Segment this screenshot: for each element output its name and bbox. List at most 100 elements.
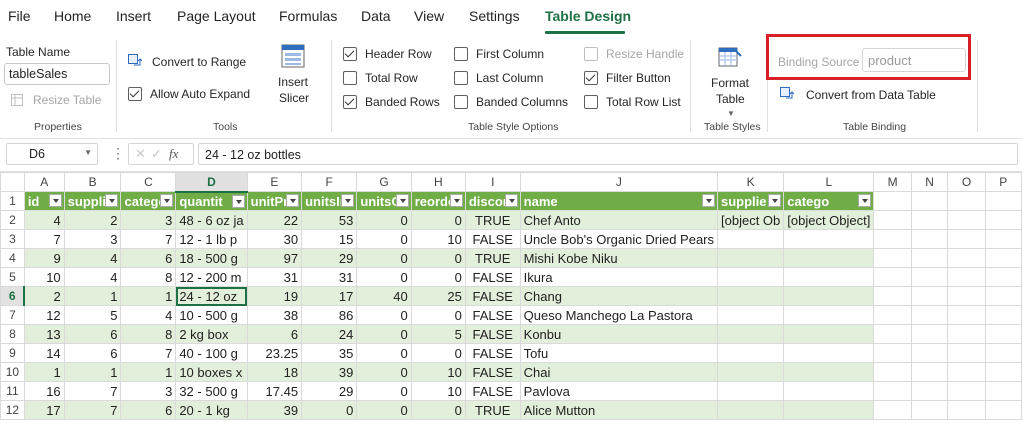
table-cell[interactable]: 0 bbox=[410, 400, 466, 420]
table-cell[interactable]: 31 bbox=[246, 267, 303, 287]
empty-cell[interactable] bbox=[873, 362, 912, 382]
empty-cell[interactable] bbox=[910, 400, 949, 420]
table-cell[interactable]: 5 bbox=[63, 305, 122, 325]
column-header-j[interactable]: J bbox=[519, 172, 719, 192]
table-cell[interactable]: Uncle Bob's Organic Dried Pears bbox=[519, 229, 719, 249]
empty-cell[interactable] bbox=[947, 210, 986, 230]
empty-cell[interactable] bbox=[873, 267, 912, 287]
filter-dropdown-icon[interactable] bbox=[160, 194, 174, 207]
column-header-i[interactable]: I bbox=[464, 172, 521, 192]
table-cell[interactable]: 0 bbox=[356, 248, 412, 268]
table-header-cell[interactable]: unitsIn bbox=[301, 191, 358, 211]
empty-cell[interactable] bbox=[873, 400, 912, 420]
table-header-cell[interactable]: discon bbox=[464, 191, 521, 211]
table-cell[interactable]: 2 kg box bbox=[175, 324, 248, 344]
table-cell[interactable]: 0 bbox=[356, 400, 412, 420]
table-cell[interactable]: 19 bbox=[246, 286, 303, 306]
empty-cell[interactable] bbox=[984, 191, 1022, 211]
tab-home[interactable]: Home bbox=[54, 8, 91, 24]
empty-cell[interactable] bbox=[984, 343, 1022, 363]
column-header-l[interactable]: L bbox=[783, 172, 875, 192]
table-cell[interactable]: 17 bbox=[301, 286, 358, 306]
table-cell[interactable] bbox=[716, 248, 785, 268]
column-header-b[interactable]: B bbox=[63, 172, 122, 192]
tab-data[interactable]: Data bbox=[361, 8, 391, 24]
table-cell[interactable]: 6 bbox=[63, 343, 122, 363]
table-cell[interactable]: 0 bbox=[356, 343, 412, 363]
table-cell[interactable]: 0 bbox=[356, 381, 412, 401]
table-cell[interactable]: 10 bbox=[23, 267, 65, 287]
column-header-f[interactable]: F bbox=[301, 172, 358, 192]
table-cell[interactable]: 4 bbox=[63, 267, 122, 287]
empty-cell[interactable] bbox=[873, 229, 912, 249]
table-header-cell[interactable]: unitPri bbox=[246, 191, 303, 211]
empty-cell[interactable] bbox=[947, 381, 986, 401]
table-cell[interactable] bbox=[783, 267, 875, 287]
filter-dropdown-icon[interactable] bbox=[449, 194, 463, 207]
row-header-12[interactable]: 12 bbox=[0, 400, 25, 420]
first-column-checkbox[interactable] bbox=[454, 47, 468, 61]
row-header-6[interactable]: 6 bbox=[0, 286, 26, 306]
table-cell[interactable]: 22 bbox=[246, 210, 303, 230]
table-cell[interactable] bbox=[716, 400, 785, 420]
table-cell[interactable]: 8 bbox=[120, 267, 177, 287]
filter-dropdown-icon[interactable] bbox=[231, 194, 245, 208]
empty-cell[interactable] bbox=[947, 305, 986, 325]
table-cell[interactable]: 10 - 500 g bbox=[175, 305, 248, 325]
table-cell[interactable]: 2 bbox=[63, 210, 122, 230]
filter-dropdown-icon[interactable] bbox=[341, 194, 355, 207]
tab-page-layout[interactable]: Page Layout bbox=[177, 8, 256, 24]
empty-cell[interactable] bbox=[910, 362, 949, 382]
table-cell[interactable]: FALSE bbox=[464, 267, 521, 287]
banded-rows-checkbox[interactable] bbox=[343, 95, 357, 109]
table-cell[interactable]: 53 bbox=[301, 210, 358, 230]
table-cell[interactable]: 32 - 500 g bbox=[175, 381, 248, 401]
empty-cell[interactable] bbox=[984, 324, 1022, 344]
table-header-cell[interactable]: reorde bbox=[410, 191, 466, 211]
convert-to-range-button[interactable]: Convert to Range bbox=[152, 55, 246, 69]
table-cell[interactable]: FALSE bbox=[464, 324, 521, 344]
table-cell[interactable]: 38 bbox=[246, 305, 303, 325]
table-cell[interactable]: FALSE bbox=[464, 381, 521, 401]
allow-auto-expand-checkbox[interactable] bbox=[128, 87, 142, 101]
column-header-a[interactable]: A bbox=[23, 172, 65, 192]
table-cell[interactable] bbox=[783, 343, 875, 363]
formula-input[interactable]: 24 - 12 oz bottles bbox=[198, 143, 1018, 165]
table-cell[interactable]: 0 bbox=[410, 248, 466, 268]
filter-button-checkbox[interactable] bbox=[584, 71, 598, 85]
table-cell[interactable]: 18 - 500 g bbox=[175, 248, 248, 268]
table-cell[interactable]: 0 bbox=[356, 305, 412, 325]
table-cell[interactable]: 35 bbox=[301, 343, 358, 363]
empty-cell[interactable] bbox=[910, 267, 949, 287]
empty-cell[interactable] bbox=[910, 210, 949, 230]
table-cell[interactable] bbox=[783, 324, 875, 344]
table-cell[interactable]: 97 bbox=[246, 248, 303, 268]
empty-cell[interactable] bbox=[873, 191, 912, 211]
tab-table-design[interactable]: Table Design bbox=[545, 8, 631, 24]
table-cell[interactable]: 31 bbox=[301, 267, 358, 287]
table-cell[interactable]: FALSE bbox=[464, 305, 521, 325]
table-cell[interactable]: 39 bbox=[246, 400, 303, 420]
empty-cell[interactable] bbox=[910, 305, 949, 325]
empty-cell[interactable] bbox=[984, 286, 1022, 306]
table-cell[interactable]: 39 bbox=[301, 362, 358, 382]
empty-cell[interactable] bbox=[873, 324, 912, 344]
table-cell[interactable]: 17.45 bbox=[246, 381, 303, 401]
empty-cell[interactable] bbox=[910, 191, 949, 211]
table-cell[interactable]: 0 bbox=[410, 343, 466, 363]
format-table-label-2[interactable]: Table bbox=[716, 92, 745, 106]
empty-cell[interactable] bbox=[984, 400, 1022, 420]
table-cell[interactable]: 1 bbox=[120, 362, 177, 382]
table-cell[interactable] bbox=[716, 343, 785, 363]
column-header-m[interactable]: M bbox=[873, 172, 912, 192]
table-cell[interactable]: Konbu bbox=[519, 324, 719, 344]
select-all-corner[interactable] bbox=[0, 172, 25, 192]
filter-dropdown-icon[interactable] bbox=[702, 194, 715, 207]
table-cell[interactable] bbox=[783, 381, 875, 401]
table-cell[interactable]: 4 bbox=[120, 305, 177, 325]
table-cell[interactable]: 7 bbox=[63, 381, 122, 401]
table-cell[interactable]: 6 bbox=[246, 324, 303, 344]
table-cell[interactable]: 7 bbox=[63, 400, 122, 420]
chevron-down-icon[interactable]: ▼ bbox=[727, 109, 735, 118]
table-cell[interactable]: FALSE bbox=[464, 229, 521, 249]
